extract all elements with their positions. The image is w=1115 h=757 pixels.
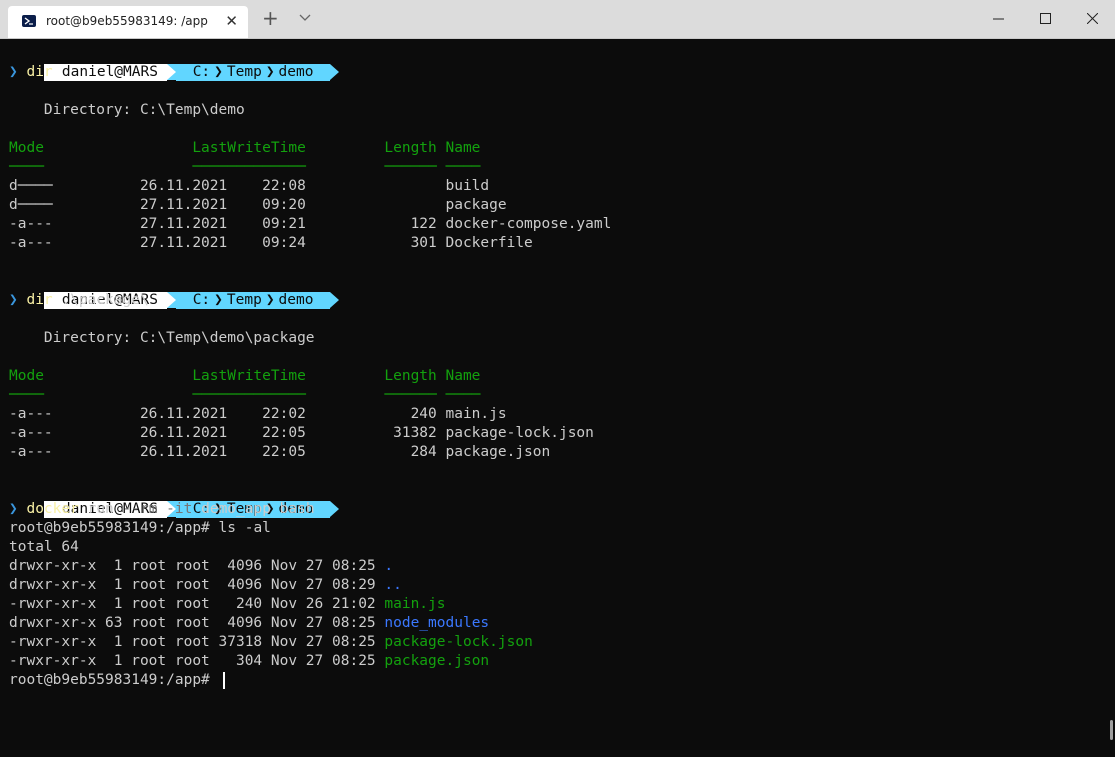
prompt-line: daniel@MARS C: ❯ Temp ❯ demo — [9, 44, 1105, 81]
ls-entry-meta: drwxr-xr-x 63 root root 4096 Nov 27 08:2… — [9, 615, 385, 631]
table-header-underline: ──── ───────────── ────── ──── — [9, 387, 481, 403]
path-folder: Temp — [226, 292, 262, 308]
bash-prompt: root@b9eb55983149:/app# — [9, 672, 219, 688]
table-row: d──── 27.11.2021 09:20 package — [9, 197, 507, 213]
bash-prompt-line[interactable]: root@b9eb55983149:/app# — [9, 671, 1105, 690]
prompt-line: daniel@MARS C: ❯ Temp ❯ demo — [9, 272, 1105, 309]
path-drive: C: — [192, 64, 211, 80]
powershell-icon — [22, 15, 36, 27]
table-header-underline: ──── ───────────── ────── ──── — [9, 159, 481, 175]
ls-entry-meta: -rwxr-xr-x 1 root root 304 Nov 27 08:25 — [9, 653, 385, 669]
command-args: run — [78, 501, 123, 517]
tab-title: root@b9eb55983149: /app — [46, 14, 208, 28]
command-line: ❯ docker run --rm -it demo_app bash — [9, 500, 1105, 519]
terminal-output[interactable]: daniel@MARS C: ❯ Temp ❯ demo ❯ dir Directory… — [9, 44, 1105, 750]
bash-command-line: root@b9eb55983149:/app# ls -al — [9, 519, 1105, 538]
ls-entry-name: . — [384, 558, 394, 574]
ls-entry-name: node_modules — [384, 615, 490, 631]
close-window-button[interactable] — [1069, 0, 1115, 38]
ls-entry-name: package.json — [384, 653, 490, 669]
prompt-caret: ❯ — [9, 292, 18, 308]
path-drive: C: — [192, 292, 211, 308]
command: dir — [26, 292, 53, 308]
ls-entry-meta: drwxr-xr-x 1 root root 4096 Nov 27 08:29 — [9, 577, 385, 593]
command: dir — [26, 64, 53, 80]
close-icon — [1087, 13, 1098, 24]
command-flag: --rm — [122, 501, 158, 517]
path-folder: demo — [278, 292, 314, 308]
title-bar: root@b9eb55983149: /app ✕ + — [0, 0, 1115, 39]
ls-entry: -rwxr-xr-x 1 root root 37318 Nov 27 08:2… — [9, 633, 1105, 652]
tab-close-icon[interactable]: ✕ — [225, 12, 238, 30]
table-header: Mode LastWriteTime Length Name — [9, 140, 481, 156]
directory-label: Directory: C:\Temp\demo — [9, 102, 245, 118]
ls-entry: drwxr-xr-x 1 root root 4096 Nov 27 08:29… — [9, 576, 1105, 595]
command-args: demo_app bash — [192, 501, 315, 517]
chevron-down-icon[interactable] — [298, 10, 312, 29]
ls-entry-name: package-lock.json — [384, 634, 533, 650]
directory-label: Directory: C:\Temp\demo\package — [9, 330, 315, 346]
ls-total: total 64 — [9, 539, 79, 555]
scrollbar[interactable] — [1110, 720, 1113, 740]
prompt-caret: ❯ — [9, 501, 18, 517]
prompt-path: C: ❯ Temp ❯ demo — [175, 292, 331, 309]
new-tab-button[interactable]: + — [262, 6, 279, 30]
table-row: -a--- 26.11.2021 22:02 240 main.js — [9, 406, 507, 422]
bash-command: ls -al — [209, 520, 271, 536]
minimize-button[interactable] — [975, 0, 1021, 38]
ls-entry-name: main.js — [384, 596, 446, 612]
text-cursor — [222, 671, 225, 689]
powerline-prompt: daniel@MARS C: ❯ Temp ❯ demo — [43, 64, 340, 81]
ls-entry-meta: drwxr-xr-x 1 root root 4096 Nov 27 08:25 — [9, 558, 385, 574]
table-row: -a--- 27.11.2021 09:24 301 Dockerfile — [9, 235, 533, 251]
ls-entry-name: .. — [384, 577, 402, 593]
table-row: -a--- 26.11.2021 22:05 31382 package-loc… — [9, 425, 594, 441]
prompt-caret: ❯ — [9, 64, 18, 80]
ls-entry: -rwxr-xr-x 1 root root 304 Nov 27 08:25 … — [9, 652, 1105, 671]
minimize-icon — [993, 18, 1004, 20]
prompt-path: C: ❯ Temp ❯ demo — [175, 64, 331, 81]
prompt-user: daniel@MARS — [43, 64, 167, 81]
path-folder: demo — [278, 64, 314, 80]
terminal-tab[interactable]: root@b9eb55983149: /app ✕ — [8, 6, 248, 38]
table-row: -a--- 26.11.2021 22:05 284 package.json — [9, 444, 551, 460]
ls-entry: -rwxr-xr-x 1 root root 240 Nov 26 21:02 … — [9, 595, 1105, 614]
path-folder: Temp — [226, 64, 262, 80]
table-row: -a--- 27.11.2021 09:21 122 docker-compos… — [9, 216, 612, 232]
ls-entry: drwxr-xr-x 63 root root 4096 Nov 27 08:2… — [9, 614, 1105, 633]
ls-entry-meta: -rwxr-xr-x 1 root root 37318 Nov 27 08:2… — [9, 634, 385, 650]
bash-prompt: root@b9eb55983149:/app# — [9, 520, 210, 536]
ls-entry-meta: -rwxr-xr-x 1 root root 240 Nov 26 21:02 — [9, 596, 385, 612]
prompt-line: daniel@MARS C: ❯ Temp ❯ demo — [9, 481, 1105, 518]
maximize-button[interactable] — [1022, 0, 1068, 38]
maximize-icon — [1040, 13, 1051, 24]
command-args: .\package\ — [52, 292, 149, 308]
ls-entry: drwxr-xr-x 1 root root 4096 Nov 27 08:25… — [9, 557, 1105, 576]
table-row: d──── 26.11.2021 22:08 build — [9, 178, 490, 194]
table-header: Mode LastWriteTime Length Name — [9, 368, 481, 384]
command-flag: -it — [166, 501, 193, 517]
command: docker — [26, 501, 79, 517]
